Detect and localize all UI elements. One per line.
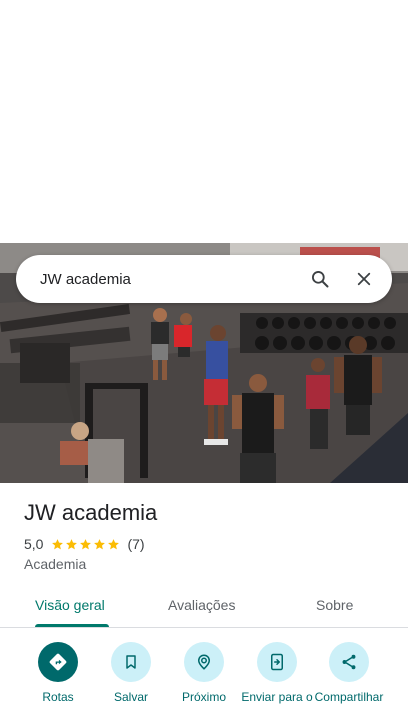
search-icon[interactable] xyxy=(308,267,332,291)
directions-icon xyxy=(38,642,78,682)
map-blank-area xyxy=(0,0,408,243)
nearby-button[interactable]: Próximo xyxy=(166,640,242,704)
send-to-phone-button[interactable]: Enviar para o xyxy=(239,640,315,704)
star-icon xyxy=(94,538,106,549)
place-title: JW academia xyxy=(24,500,158,525)
search-input[interactable]: JW academia xyxy=(40,271,308,288)
share-button[interactable]: Compartilhar xyxy=(311,640,387,704)
close-icon[interactable] xyxy=(352,267,376,291)
tab-reviews[interactable]: Avaliações xyxy=(168,597,235,613)
nearby-label: Próximo xyxy=(181,690,226,704)
tab-overview[interactable]: Visão geral xyxy=(35,597,105,613)
share-icon xyxy=(329,642,369,682)
action-buttons: Rotas Salvar Próximo Enviar para o Compa… xyxy=(0,640,408,726)
nearby-icon xyxy=(184,642,224,682)
star-icon xyxy=(80,538,92,549)
share-label: Compartilhar xyxy=(314,690,384,704)
save-button[interactable]: Salvar xyxy=(93,640,169,704)
send-to-phone-label: Enviar para o xyxy=(241,690,313,704)
bookmark-icon xyxy=(111,642,151,682)
directions-button[interactable]: Rotas xyxy=(20,640,96,704)
rating-value: 5,0 xyxy=(24,536,44,552)
tab-about[interactable]: Sobre xyxy=(316,597,353,613)
place-tabs: Visão geral Avaliações Sobre xyxy=(0,585,408,628)
star-icon xyxy=(52,538,64,549)
search-bar[interactable]: JW academia xyxy=(16,255,392,303)
star-icon xyxy=(108,538,120,549)
send-to-phone-icon xyxy=(257,642,297,682)
star-icon xyxy=(66,538,78,549)
active-tab-indicator xyxy=(35,624,109,627)
rating-row[interactable]: 5,0 (7) xyxy=(24,536,145,552)
review-count: (7) xyxy=(127,536,145,552)
rating-stars xyxy=(51,538,121,551)
save-label: Salvar xyxy=(113,690,148,704)
place-category: Academia xyxy=(24,556,87,572)
directions-label: Rotas xyxy=(42,690,74,704)
